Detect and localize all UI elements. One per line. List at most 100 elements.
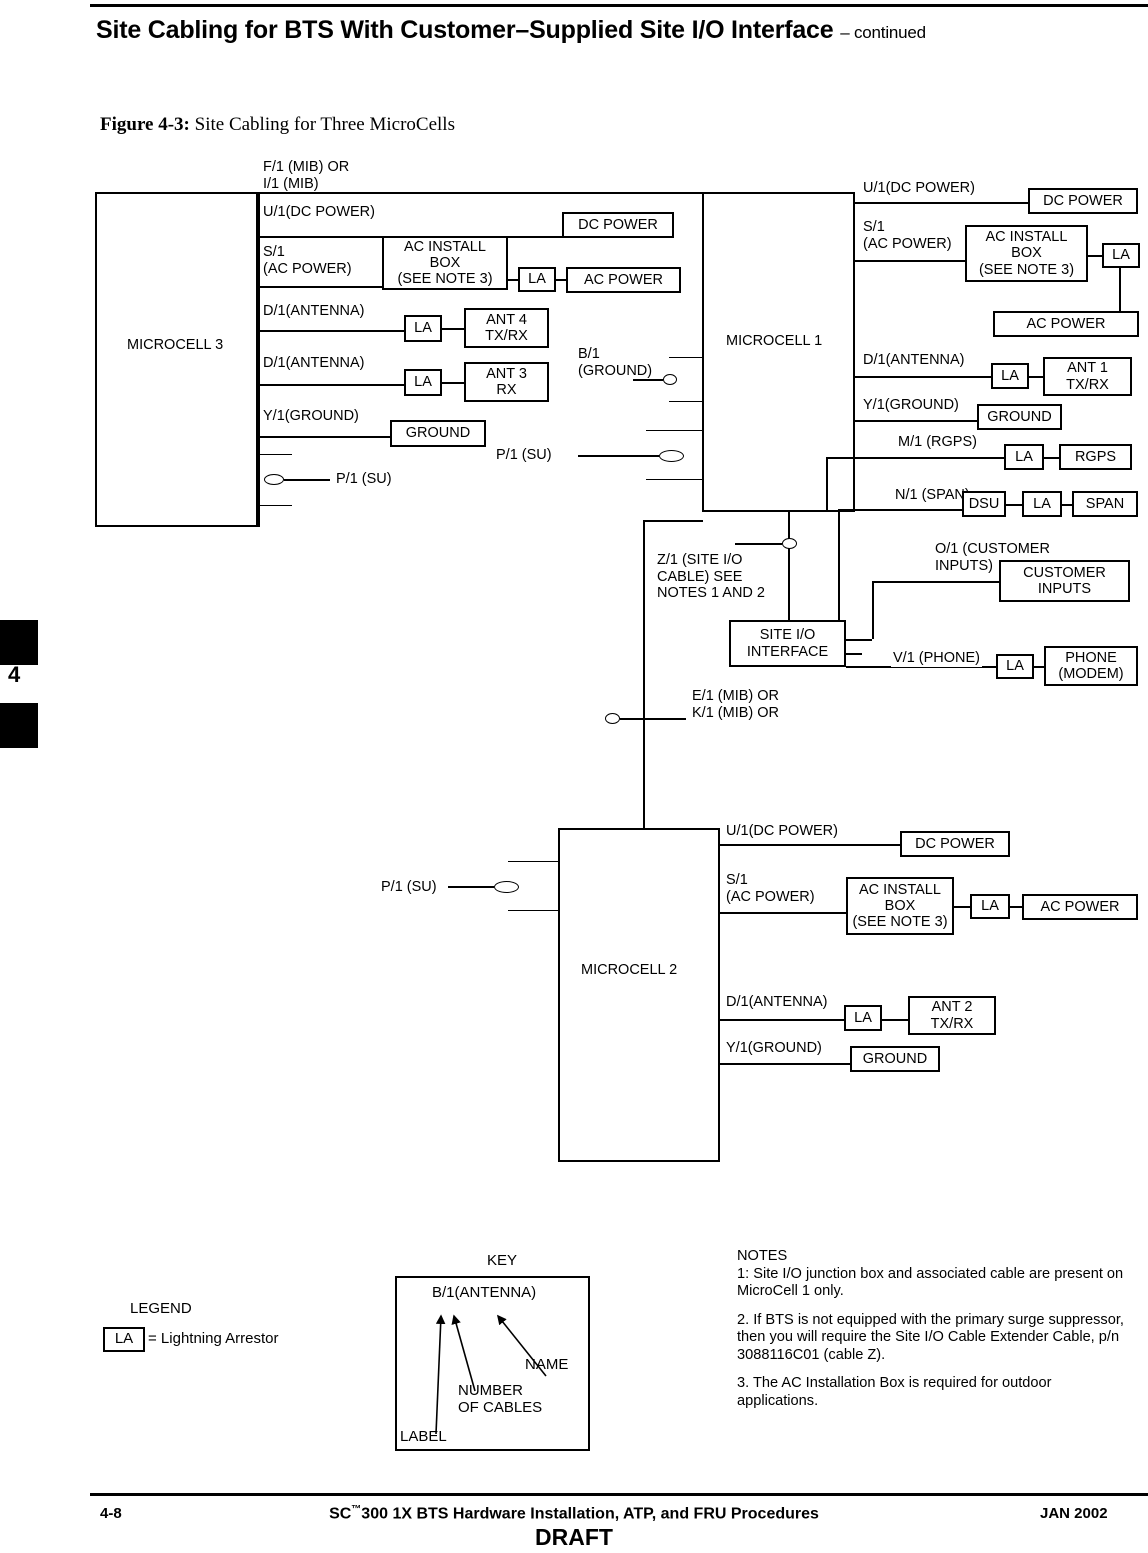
mc3-ac-line	[258, 286, 382, 288]
mc2-port-ant2-label: D/1(ANTENNA)	[726, 994, 828, 1010]
mc1-rgps-drop	[826, 457, 828, 512]
mc1-rgps-link	[1044, 457, 1059, 459]
mc1-port-ground-left-label: B/1 (GROUND)	[578, 346, 653, 379]
mc2-ac-line	[720, 912, 846, 914]
site-io-mib-label: E/1 (MIB) OR K/1 (MIB) OR	[692, 688, 780, 721]
phone-la-box[interactable]: LA	[996, 654, 1034, 679]
page-title-main: Site Cabling for BTS With Customer–Suppl…	[96, 16, 834, 44]
customer-inputs-line	[872, 581, 999, 583]
mc3-ground-box[interactable]: GROUND	[390, 420, 486, 447]
mc2-ac-power-box[interactable]: AC POWER	[1022, 894, 1138, 920]
microcell3-box[interactable]	[95, 192, 258, 527]
z1-cable-vline	[643, 520, 645, 840]
mc1-ac-la-link	[1088, 255, 1102, 257]
legend-title: LEGEND	[130, 1300, 192, 1317]
mc2-port-ac-label: S/1 (AC POWER)	[726, 872, 815, 905]
phone-stub-upper	[846, 653, 862, 655]
mc1-ac-la-box[interactable]: LA	[1102, 243, 1140, 268]
legend-la-symbol: LA	[103, 1327, 145, 1352]
mc2-port-dc-label: U/1(DC POWER)	[726, 823, 838, 839]
mc3-ac-power-box[interactable]: AC POWER	[566, 267, 681, 293]
mc3-ant4-link	[442, 328, 464, 330]
mc3-ant4-box[interactable]: ANT 4 TX/RX	[464, 308, 549, 348]
mc1-dc-power-box[interactable]: DC POWER	[1028, 188, 1138, 214]
mc2-ac-install-box[interactable]: AC INSTALL BOX (SEE NOTE 3)	[846, 877, 954, 935]
mc3-ant4-line	[258, 330, 404, 332]
mc1-su-line	[578, 455, 659, 457]
mc1-dsu-la-link	[1006, 504, 1022, 506]
mc3-mib-trunk-line	[258, 192, 704, 194]
mc3-su-connector-icon[interactable]	[264, 474, 284, 485]
mc1-ant1-box[interactable]: ANT 1 TX/RX	[1043, 357, 1132, 396]
figure-number: Figure 4-3:	[100, 114, 190, 135]
mc1-ant1-la-box[interactable]: LA	[991, 363, 1029, 389]
note-item-3: 3. The AC Installation Box is required f…	[737, 1375, 1052, 1409]
mc1-ant1-line	[855, 376, 991, 378]
mc3-port-ant4-label: D/1(ANTENNA)	[263, 303, 365, 319]
mc1-ac-la-drop	[1119, 268, 1121, 311]
customer-inputs-box[interactable]: CUSTOMER INPUTS	[999, 560, 1130, 602]
footer-date: JAN 2002	[1040, 1505, 1108, 1522]
mib-connector-icon[interactable]	[605, 713, 620, 724]
customer-inputs-stub	[846, 639, 872, 641]
note-item-2: 2. If BTS is not equipped with the prima…	[737, 1311, 1124, 1363]
mc1-dc-line	[855, 202, 1028, 204]
site-io-connector-icon[interactable]	[782, 538, 797, 549]
mc2-ant2-box[interactable]: ANT 2 TX/RX	[908, 996, 996, 1035]
mc3-ant4-la-box[interactable]: LA	[404, 315, 442, 342]
mc1-rgps-la-box[interactable]: LA	[1004, 444, 1044, 470]
mc3-su-line	[284, 479, 330, 481]
site-io-phone-port-label: V/1 (PHONE)	[891, 650, 983, 667]
z1-cable-hline-top	[643, 520, 703, 522]
note-item-1: 1: Site I/O junction box and associated …	[737, 1265, 1124, 1300]
mc3-ac-la-link-right	[556, 279, 566, 281]
mc2-ground-box[interactable]: GROUND	[850, 1046, 940, 1072]
legend-la-text: = Lightning Arrestor	[148, 1330, 279, 1347]
mc3-dc-power-box[interactable]: DC POWER	[562, 212, 674, 238]
mc1-span-box[interactable]: SPAN	[1072, 491, 1138, 517]
mc3-ant3-la-box[interactable]: LA	[404, 369, 442, 396]
mc3-ant3-line	[258, 384, 404, 386]
mc3-ant3-box[interactable]: ANT 3 RX	[464, 362, 549, 402]
mc1-span-la-box[interactable]: LA	[1022, 491, 1062, 517]
footer-trademark-icon: ™	[351, 1504, 362, 1515]
footer-title-rest: 300 1X BTS Hardware Installation, ATP, a…	[361, 1505, 819, 1523]
microcell2-box[interactable]	[558, 828, 720, 1162]
mc1-ac-install-box[interactable]: AC INSTALL BOX (SEE NOTE 3)	[965, 225, 1088, 282]
microcell1-title: MICROCELL 1	[726, 333, 823, 349]
mc1-ground-box[interactable]: GROUND	[977, 404, 1062, 430]
mc1-su-connector-icon[interactable]	[659, 450, 684, 462]
mc1-ac-power-box[interactable]: AC POWER	[993, 311, 1139, 337]
footer-document-title: SC™300 1X BTS Hardware Installation, ATP…	[0, 1504, 1148, 1523]
mc1-dsu-box[interactable]: DSU	[962, 491, 1006, 517]
mc3-port-ant3-label: D/1(ANTENNA)	[263, 355, 365, 371]
mc1-ground-connector-icon[interactable]	[663, 374, 677, 385]
mc1-port-ground-label: Y/1(GROUND)	[863, 397, 959, 413]
phone-modem-box[interactable]: PHONE (MODEM)	[1044, 646, 1138, 686]
mc2-ant2-la-box[interactable]: LA	[844, 1005, 882, 1031]
mc1-ac-line	[855, 260, 965, 262]
chapter-tab-block-top	[0, 620, 38, 665]
mc3-ac-la-box[interactable]: LA	[518, 267, 556, 292]
figure-caption: Figure 4-3: Site Cabling for Three Micro…	[100, 114, 455, 136]
page-title-continued: – continued	[840, 23, 926, 42]
mc3-port-su-label: P/1 (SU)	[336, 471, 392, 487]
figure-caption-text: Site Cabling for Three MicroCells	[194, 114, 455, 135]
mc2-ac-la-link-right	[1010, 906, 1022, 908]
mc1-span-line	[838, 509, 962, 511]
mc2-dc-power-box[interactable]: DC POWER	[900, 831, 1010, 857]
notes-block: NOTES 1: Site I/O junction box and assoc…	[737, 1248, 1127, 1421]
mc1-span-link	[1062, 504, 1072, 506]
site-io-trunk-vline	[788, 512, 790, 620]
mc2-ac-la-box[interactable]: LA	[970, 894, 1010, 919]
site-io-interface-box[interactable]: SITE I/O INTERFACE	[729, 620, 846, 667]
mc3-ac-install-box[interactable]: AC INSTALL BOX (SEE NOTE 3)	[382, 236, 508, 290]
microcell1-box[interactable]	[702, 192, 855, 512]
mc3-port-ac-label: S/1 (AC POWER)	[263, 244, 352, 277]
notes-title: NOTES	[737, 1248, 788, 1264]
mc1-port-rgps-label: M/1 (RGPS)	[898, 434, 977, 450]
mc3-port-dc-label: U/1(DC POWER)	[263, 204, 375, 220]
mc2-su-connector-icon[interactable]	[494, 881, 519, 893]
mc2-ant2-line	[720, 1019, 844, 1021]
mc1-rgps-box[interactable]: RGPS	[1059, 444, 1132, 470]
